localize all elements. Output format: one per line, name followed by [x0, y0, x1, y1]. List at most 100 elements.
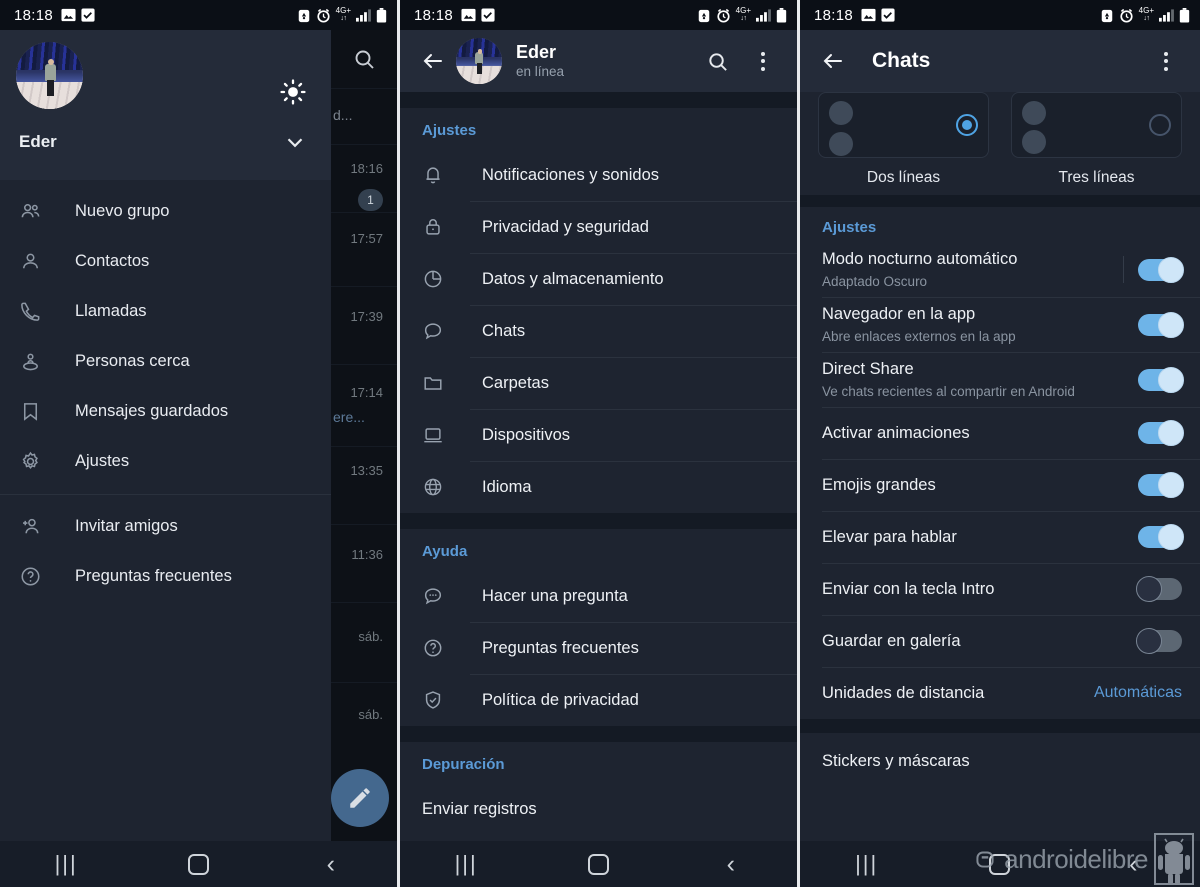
- toggle-row-direct-share[interactable]: Direct Share Ve chats recientes al compa…: [800, 352, 1200, 407]
- chevron-down-icon[interactable]: [277, 124, 313, 160]
- toggle-row-guardar-en-galeria[interactable]: Guardar en galería: [800, 615, 1200, 667]
- settings-row-enviar-registros[interactable]: Enviar registros: [400, 783, 797, 835]
- toggle-row-emojis-grandes[interactable]: Emojis grandes: [800, 459, 1200, 511]
- image-icon: [861, 8, 876, 22]
- toggle-row-elevar-para-hablar[interactable]: Elevar para hablar: [800, 511, 1200, 563]
- settings-row-privacidad[interactable]: Privacidad y seguridad: [400, 201, 797, 253]
- preview-card[interactable]: [818, 92, 989, 158]
- overflow-menu-icon[interactable]: [1146, 41, 1186, 81]
- menu-item-invitar-amigos[interactable]: Invitar amigos: [0, 501, 331, 551]
- battery-icon: [1179, 7, 1190, 23]
- section-depuracion: Depuración Enviar registros: [400, 742, 797, 835]
- chat-dots-icon: [422, 585, 462, 607]
- back-icon[interactable]: ‹: [665, 850, 797, 879]
- back-icon[interactable]: ‹: [265, 850, 397, 879]
- menu-item-ajustes[interactable]: Ajustes: [0, 436, 331, 486]
- section-title: Depuración: [422, 756, 505, 773]
- radio-button-selected[interactable]: [956, 114, 978, 136]
- page-title: Eder: [516, 42, 557, 62]
- toggle-row-navegador[interactable]: Navegador en la app Abre enlaces externo…: [800, 297, 1200, 352]
- menu-item-mensajes-guardados[interactable]: Mensajes guardados: [0, 386, 331, 436]
- recent-apps-icon[interactable]: |||: [400, 851, 532, 877]
- chat-row[interactable]: 11:36: [331, 524, 397, 602]
- settings-row-carpetas[interactable]: Carpetas: [400, 357, 797, 409]
- menu-item-label: Mensajes guardados: [75, 401, 229, 420]
- preview-option-dos-lineas[interactable]: Dos líneas: [818, 92, 989, 187]
- row-label: Unidades de distancia: [822, 684, 985, 702]
- settings-row-datos[interactable]: Datos y almacenamiento: [400, 253, 797, 305]
- chat-row[interactable]: 17:57: [331, 212, 397, 286]
- toggle-switch[interactable]: [1138, 256, 1184, 283]
- section-gap: [400, 513, 797, 529]
- menu-item-nuevo-grupo[interactable]: Nuevo grupo: [0, 186, 331, 236]
- settings-row-hacer-pregunta[interactable]: Hacer una pregunta: [400, 570, 797, 622]
- menu-item-contactos[interactable]: Contactos: [0, 236, 331, 286]
- bookmark-icon: [19, 400, 57, 423]
- search-icon[interactable]: [697, 41, 737, 81]
- chats-header: Chats: [800, 30, 1200, 92]
- row-stickers-y-mascaras[interactable]: Stickers y máscaras: [800, 733, 1200, 789]
- toggle-switch[interactable]: [1138, 420, 1184, 446]
- section-gap: [800, 719, 1200, 733]
- checkbox-icon: [81, 8, 95, 22]
- chat-row[interactable]: sáb.: [331, 682, 397, 762]
- overflow-menu-icon[interactable]: [743, 41, 783, 81]
- signal-icon: [756, 8, 771, 22]
- android-nav-bar: ||| ‹: [800, 841, 1200, 887]
- settings-row-politica-privacidad[interactable]: Política de privacidad: [400, 674, 797, 726]
- section-title: Ajustes: [422, 122, 477, 139]
- toggle-switch[interactable]: [1136, 628, 1182, 654]
- chat-row[interactable]: 17:14 ere...: [331, 364, 397, 446]
- chat-row[interactable]: d...: [331, 88, 397, 144]
- signal-icon: [1159, 8, 1174, 22]
- home-icon[interactable]: [132, 853, 264, 875]
- back-arrow-icon[interactable]: [414, 49, 452, 73]
- settings-row-notificaciones[interactable]: Notificaciones y sonidos: [400, 149, 797, 201]
- preview-option-tres-lineas[interactable]: Tres líneas: [1011, 92, 1182, 187]
- row-unidades-de-distancia[interactable]: Unidades de distancia Automáticas: [800, 667, 1200, 719]
- chat-row[interactable]: 13:35: [331, 446, 397, 524]
- chat-list-strip[interactable]: d... 18:16 1 17:57 17:39 17:14 ere... 13…: [331, 30, 397, 841]
- toggle-row-modo-nocturno[interactable]: Modo nocturno automático Adaptado Oscuro: [800, 242, 1200, 297]
- brightness-icon[interactable]: [275, 74, 311, 110]
- home-icon[interactable]: [933, 853, 1066, 875]
- toggle-row-enviar-con-intro[interactable]: Enviar con la tecla Intro: [800, 563, 1200, 615]
- checkbox-icon: [881, 8, 895, 22]
- avatar[interactable]: [456, 38, 502, 84]
- menu-item-personas-cerca[interactable]: Personas cerca: [0, 336, 331, 386]
- compose-pencil-icon[interactable]: [331, 769, 389, 827]
- chat-row[interactable]: sáb.: [331, 602, 397, 682]
- menu-item-preguntas-frecuentes[interactable]: Preguntas frecuentes: [0, 551, 331, 601]
- back-icon[interactable]: ‹: [1067, 850, 1200, 879]
- toggle-switch[interactable]: [1138, 311, 1184, 338]
- preview-label: Tres líneas: [1058, 169, 1135, 186]
- page-title: Chats: [872, 49, 931, 72]
- back-arrow-icon[interactable]: [814, 49, 852, 73]
- recent-apps-icon[interactable]: |||: [0, 851, 132, 877]
- preview-card[interactable]: [1011, 92, 1182, 158]
- toggle-switch[interactable]: [1136, 576, 1182, 602]
- menu-item-llamadas[interactable]: Llamadas: [0, 286, 331, 336]
- status-bar: 18:18 4G+ ↓↑: [400, 0, 797, 30]
- settings-row-idioma[interactable]: Idioma: [400, 461, 797, 513]
- chat-row[interactable]: 17:39: [331, 286, 397, 364]
- toggle-switch[interactable]: [1138, 366, 1184, 393]
- toggle-switch[interactable]: [1138, 524, 1184, 550]
- settings-row-chats[interactable]: Chats: [400, 305, 797, 357]
- chat-snippet: ere...: [333, 409, 365, 425]
- toggle-switch[interactable]: [1138, 472, 1184, 498]
- preview-avatar: [1022, 130, 1046, 154]
- avatar[interactable]: [16, 42, 83, 109]
- settings-row-dispositivos[interactable]: Dispositivos: [400, 409, 797, 461]
- home-icon[interactable]: [532, 853, 664, 875]
- row-divider: [1123, 256, 1124, 283]
- menu-item-label: Personas cerca: [75, 351, 190, 370]
- chat-search-icon[interactable]: [331, 30, 397, 88]
- radio-button-unselected[interactable]: [1149, 114, 1171, 136]
- toggle-row-animaciones[interactable]: Activar animaciones: [800, 407, 1200, 459]
- chat-row[interactable]: 18:16 1: [331, 144, 397, 212]
- menu-item-label: Contactos: [75, 251, 150, 270]
- settings-row-faq[interactable]: Preguntas frecuentes: [400, 622, 797, 674]
- recent-apps-icon[interactable]: |||: [800, 851, 933, 877]
- laptop-icon: [422, 424, 462, 446]
